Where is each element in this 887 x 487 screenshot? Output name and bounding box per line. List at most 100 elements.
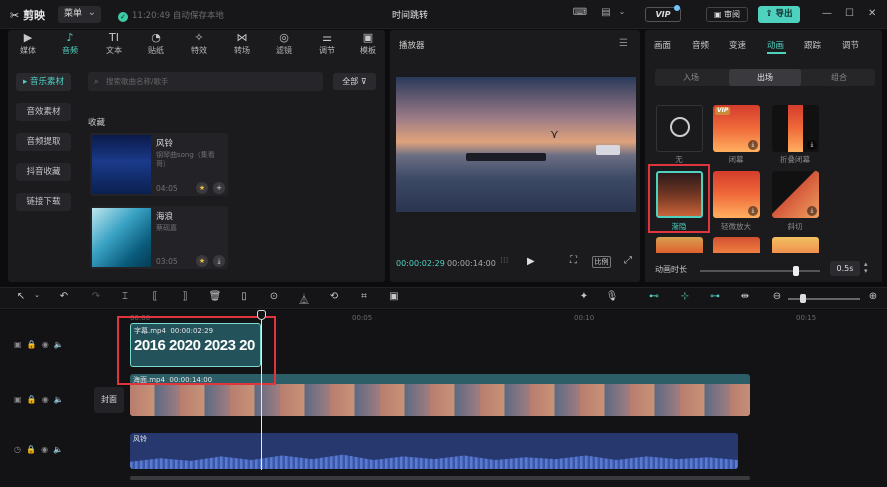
segment-in[interactable]: 入场 — [655, 69, 727, 86]
redo-icon[interactable]: ↷ — [89, 291, 103, 302]
tab-label: 模板 — [360, 46, 376, 55]
eye-icon[interactable]: ◉ — [42, 395, 49, 404]
freeze-icon[interactable]: ▯ — [237, 291, 251, 302]
speaker-icon[interactable]: 🔈 — [54, 395, 64, 404]
speaker-icon[interactable]: 🔈 — [53, 445, 63, 454]
animation-option-fold-curtain[interactable]: ⤓ — [772, 105, 819, 152]
download-icon[interactable]: ⤓ — [213, 255, 225, 267]
tab-inspector-adjust[interactable]: 调节 — [842, 39, 859, 51]
image-icon[interactable]: ▣ — [387, 291, 401, 302]
sidebar-item-douyin[interactable]: 抖音收藏 — [16, 163, 71, 181]
tab-transition[interactable]: ⋈ 转场 — [222, 30, 262, 56]
mirror-icon[interactable]: ⏅ — [297, 291, 311, 306]
speaker-icon[interactable]: 🔈 — [54, 340, 64, 349]
timeline-scrollbar[interactable] — [130, 476, 750, 480]
tab-filter[interactable]: ◎ 滤镜 — [264, 30, 304, 56]
split-icon[interactable]: ⌶ — [118, 291, 132, 302]
filter-all-button[interactable]: 全部 ⊽ — [333, 73, 376, 90]
tab-speed[interactable]: 变速 — [729, 39, 746, 51]
list-item[interactable]: 风铃 钢琴曲song（集看哥） 04:05 ★ + — [90, 133, 228, 196]
duration-slider[interactable] — [700, 270, 820, 272]
rotate-icon[interactable]: ⟲ — [327, 291, 341, 302]
tab-adjust[interactable]: ⚌ 调节 — [307, 30, 347, 56]
download-icon: ⤓ — [807, 140, 817, 150]
layout-icon[interactable]: ▤ — [598, 7, 614, 21]
close-icon[interactable]: ✕ — [868, 8, 876, 19]
star-icon[interactable]: ★ — [196, 255, 208, 267]
video-preview[interactable]: ⋎ — [396, 77, 636, 212]
segment-out[interactable]: 出场 — [729, 69, 801, 86]
tab-animation[interactable]: 动画 — [767, 39, 784, 51]
lock-icon[interactable]: 🔒 — [27, 395, 37, 404]
split-screen-icon[interactable]: ⇹ — [738, 291, 752, 302]
animation-option-slant[interactable]: ⤓ — [772, 171, 819, 218]
animation-option-zoom[interactable]: ⤓ — [713, 171, 760, 218]
tab-template[interactable]: ▣ 模板 — [350, 30, 386, 56]
add-icon[interactable]: + — [213, 182, 225, 194]
cover-button[interactable]: 封面 — [94, 387, 124, 413]
animation-option-partial[interactable] — [656, 237, 703, 253]
sidebar-item-extract[interactable]: 音频提取 — [16, 133, 71, 151]
ratio-button[interactable]: 比例 — [592, 256, 611, 268]
snap-icon[interactable]: ⊹ — [678, 291, 692, 302]
segment-combo[interactable]: 组合 — [803, 69, 875, 86]
animation-option-partial[interactable] — [713, 237, 760, 253]
eye-icon[interactable]: ◉ — [41, 445, 48, 454]
microphone-icon[interactable]: 🎙 — [605, 291, 619, 302]
trim-left-icon[interactable]: ⟦ — [148, 291, 162, 302]
reverse-play-icon[interactable]: ⊙ — [267, 291, 281, 302]
zoom-out-icon[interactable]: ⊖ — [770, 291, 784, 302]
playhead-handle[interactable] — [257, 310, 266, 320]
fit-icon[interactable]: ⛶ — [570, 255, 577, 266]
magic-icon[interactable]: ✦ — [577, 291, 591, 302]
fullscreen-icon[interactable]: ⤢ — [624, 255, 632, 266]
select-cursor-icon[interactable]: ↖ — [14, 291, 28, 302]
playhead[interactable] — [261, 313, 262, 470]
tab-media[interactable]: ▶ 媒体 — [8, 30, 48, 56]
preview-axis-icon[interactable]: ⊶ — [708, 291, 722, 302]
review-button[interactable]: ▣ 审阅 — [706, 7, 748, 22]
duration-value[interactable]: 0.5s — [830, 261, 860, 276]
lock-icon[interactable]: 🔒 — [27, 340, 37, 349]
star-icon[interactable]: ★ — [196, 182, 208, 194]
chevron-down-icon[interactable]: ⌄ — [30, 291, 44, 299]
chevron-down-icon[interactable]: ⌄ — [614, 7, 630, 21]
maximize-icon[interactable]: ☐ — [845, 8, 854, 19]
tab-audio[interactable]: ♪ 音频 — [50, 30, 90, 56]
eye-icon[interactable]: ◉ — [42, 340, 49, 349]
tab-tracking[interactable]: 跟踪 — [804, 39, 821, 51]
animation-option-curtain[interactable]: VIP ⤓ — [713, 105, 760, 152]
tab-effects[interactable]: ✧ 特效 — [179, 30, 219, 56]
keyboard-icon[interactable]: ⌨ — [572, 7, 588, 21]
delete-icon[interactable]: 🗑 — [208, 291, 222, 302]
export-button[interactable]: ⇪ 导出 — [758, 6, 800, 23]
play-icon[interactable]: ▶ — [527, 256, 535, 267]
animation-option-fade-out[interactable] — [656, 171, 703, 218]
tab-text[interactable]: TI 文本 — [94, 30, 134, 56]
menu-icon[interactable]: ☰ — [619, 38, 628, 49]
sidebar-item-sfx[interactable]: 音效素材 — [16, 103, 71, 121]
animation-option-none[interactable] — [656, 105, 703, 152]
animation-option-partial[interactable] — [772, 237, 819, 253]
search-input[interactable]: ⌕ 搜索歌曲名称/歌手 — [88, 72, 323, 91]
audio-clip[interactable]: 风铃 — [130, 433, 738, 469]
stepper-icon[interactable]: ▴ ▾ — [864, 261, 868, 275]
tab-picture[interactable]: 画面 — [654, 39, 671, 51]
minimize-icon[interactable]: — — [822, 8, 832, 19]
logo-text: 剪映 — [23, 9, 46, 22]
sidebar-item-music[interactable]: ▸ 音乐素材 — [16, 73, 71, 91]
link-icon[interactable]: ⊷ — [647, 291, 661, 302]
zoom-in-icon[interactable]: ⊕ — [866, 291, 880, 302]
sidebar-item-link[interactable]: 链接下载 — [16, 193, 71, 211]
trim-right-icon[interactable]: ⟧ — [178, 291, 192, 302]
zoom-slider-handle[interactable] — [800, 294, 806, 303]
list-item[interactable]: 海浪 蔡砚嘉 03:05 ★ ⤓ — [90, 206, 228, 269]
undo-icon[interactable]: ↶ — [57, 291, 71, 302]
tab-sticker[interactable]: ◔ 贴纸 — [136, 30, 176, 56]
tab-inspector-audio[interactable]: 音频 — [692, 39, 709, 51]
zoom-slider[interactable] — [788, 298, 860, 300]
crop-icon[interactable]: ⌗ — [357, 291, 371, 302]
menu-button[interactable]: 菜单 — [58, 4, 101, 23]
duration-slider-handle[interactable] — [793, 266, 799, 276]
lock-icon[interactable]: 🔒 — [26, 445, 36, 454]
